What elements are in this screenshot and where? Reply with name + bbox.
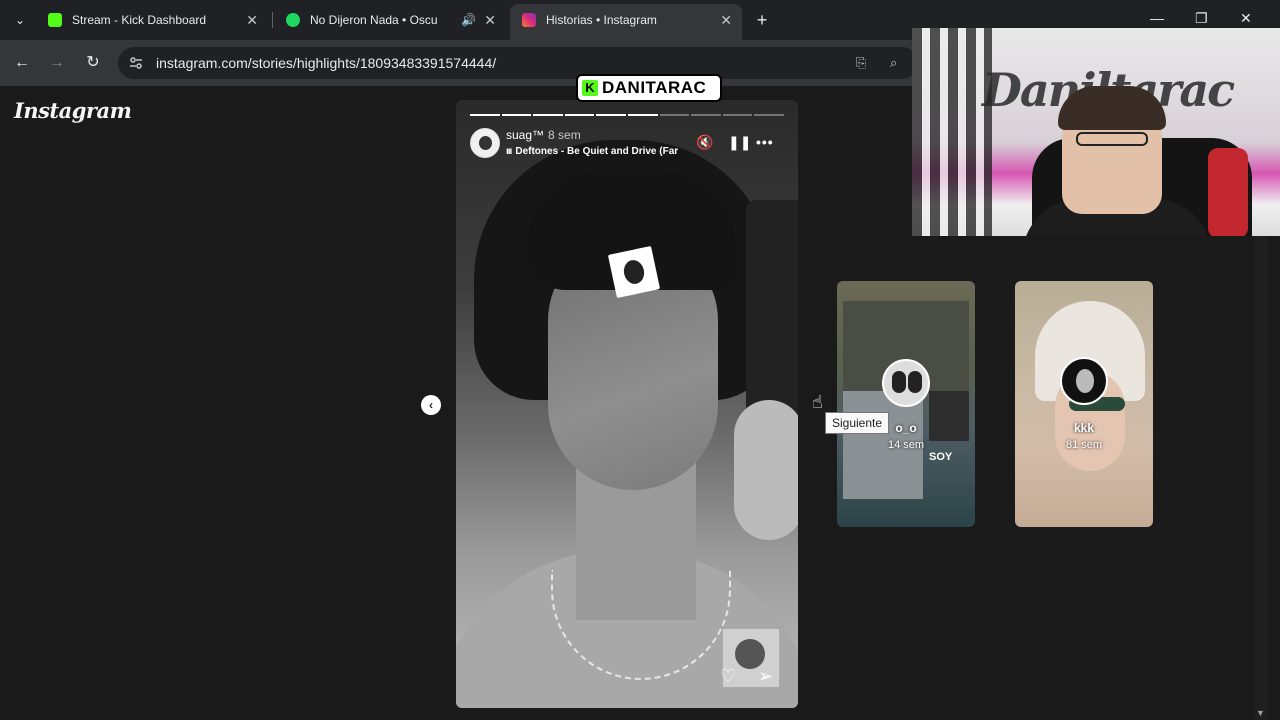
progress-segment: [659, 114, 690, 116]
heart-icon[interactable]: ♡: [720, 666, 736, 687]
minimize-button[interactable]: —: [1150, 10, 1164, 26]
preview-text: SOY: [929, 451, 953, 463]
progress-segment: [470, 114, 500, 116]
window-close-button[interactable]: ✕: [1240, 10, 1252, 27]
username-label[interactable]: suag™: [506, 128, 544, 142]
gaming-chair: [1208, 148, 1248, 236]
webcam-background: [912, 28, 992, 236]
music-bars-icon: ııı: [506, 146, 512, 157]
tab-divider: [272, 12, 273, 28]
side-story-preview[interactable]: kkk 81 sem: [1015, 281, 1153, 527]
avatar: [882, 359, 930, 407]
tab-search-button[interactable]: ⌄: [8, 8, 32, 32]
side-story-time: 81 sem: [1065, 439, 1103, 451]
address-bar[interactable]: instagram.com/stories/highlights/1809348…: [118, 47, 918, 79]
tab-title: No Dijeron Nada • Oscu: [310, 13, 438, 27]
instagram-logo[interactable]: Instagram: [14, 98, 132, 123]
mouse-cursor-icon: ☝: [812, 392, 823, 412]
url-text[interactable]: instagram.com/stories/highlights/1809348…: [156, 47, 496, 79]
progress-segment: [564, 114, 595, 116]
story-time: 8 sem: [548, 128, 581, 142]
streamer-hair: [1058, 86, 1166, 130]
zoom-icon[interactable]: ⌕: [890, 55, 897, 71]
progress-segment: [533, 114, 563, 116]
progress-segment: [691, 114, 721, 116]
reload-icon[interactable]: ↻: [82, 52, 104, 74]
pause-icon[interactable]: ❚❚: [728, 134, 751, 151]
install-app-icon[interactable]: ⎘: [856, 55, 866, 71]
kick-favicon-icon: [48, 13, 62, 27]
progress-segment: [596, 114, 626, 116]
speaker-icon[interactable]: 🔊: [461, 6, 476, 34]
close-icon[interactable]: ✕: [720, 4, 732, 36]
new-tab-button[interactable]: +: [752, 8, 772, 32]
kick-logo-icon: K: [582, 80, 598, 96]
progress-segment: [722, 114, 753, 116]
tab-spotify[interactable]: No Dijeron Nada • Oscu 🔊 ✕: [274, 6, 506, 34]
story-progress-bar: [470, 114, 784, 116]
music-title: Deftones - Be Quiet and Drive (Far: [515, 146, 679, 157]
send-icon[interactable]: ➢: [758, 666, 773, 687]
more-options-icon[interactable]: •••: [756, 134, 774, 150]
tab-title: Historias • Instagram: [546, 13, 657, 27]
side-story-time: 14 sem: [887, 439, 925, 451]
muted-speaker-icon[interactable]: 🔇: [696, 134, 713, 151]
progress-segment: [627, 114, 658, 116]
tab-kick-dashboard[interactable]: Stream - Kick Dashboard ✕: [36, 6, 268, 34]
sticker-image: [607, 245, 661, 299]
streamer-brand-badge: K DANITARAC: [576, 74, 722, 102]
avatar[interactable]: [470, 128, 500, 158]
close-icon[interactable]: ✕: [246, 6, 258, 34]
site-settings-icon[interactable]: [128, 55, 144, 71]
side-story-name: kkk: [1073, 421, 1095, 435]
close-icon[interactable]: ✕: [484, 6, 496, 34]
tab-title: Stream - Kick Dashboard: [72, 13, 207, 27]
scroll-down-icon[interactable]: ▼: [1256, 708, 1265, 718]
story-viewer[interactable]: suag™ 8 sem ııı Deftones - Be Quiet and Dr…: [456, 100, 798, 708]
progress-segment: [754, 114, 784, 116]
next-tooltip: Siguiente: [825, 412, 890, 434]
webcam-overlay: Daniltarac: [912, 28, 1280, 236]
side-story-preview[interactable]: o_o 14 sem SOY: [837, 281, 975, 527]
back-arrow-icon[interactable]: ←: [11, 52, 33, 74]
story-username[interactable]: suag™ 8 sem: [506, 128, 581, 142]
progress-segment: [501, 114, 532, 116]
tab-instagram[interactable]: Historias • Instagram ✕: [510, 4, 742, 40]
previous-story-button[interactable]: ‹: [421, 395, 441, 415]
brand-name: DANITARAC: [602, 78, 707, 97]
spotify-favicon-icon: [286, 13, 300, 27]
story-music[interactable]: ııı Deftones - Be Quiet and Drive (Far: [506, 146, 678, 157]
story-photo-hand: [734, 400, 798, 540]
restore-button[interactable]: ❐: [1195, 10, 1208, 27]
forward-arrow-icon[interactable]: →: [46, 52, 68, 74]
scrollbar[interactable]: ▼: [1254, 232, 1268, 720]
avatar: [1060, 357, 1108, 405]
instagram-favicon-icon: [522, 13, 536, 27]
streamer-glasses: [1076, 132, 1148, 146]
